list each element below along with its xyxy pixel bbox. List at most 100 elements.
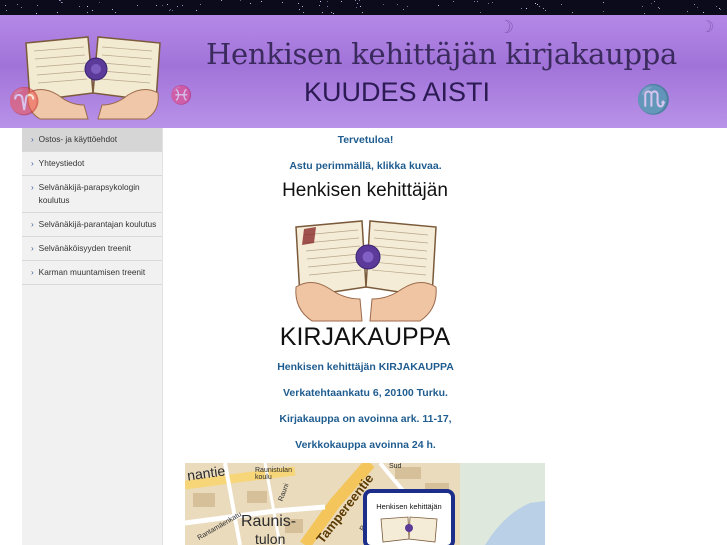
sidebar-item-karman-treenit[interactable]: › Karman muuntamisen treenit bbox=[22, 261, 162, 285]
star-dot bbox=[357, 3, 358, 4]
star-dot bbox=[87, 12, 88, 13]
map-badge-text: Henkisen kehittäjän bbox=[376, 502, 442, 511]
star-dot bbox=[62, 2, 63, 3]
sidebar-item-yhteystiedot[interactable]: › Yhteystiedot bbox=[22, 152, 162, 176]
star-dot bbox=[644, 13, 645, 14]
star-dot bbox=[112, 9, 113, 10]
star-dot bbox=[115, 12, 116, 13]
star-dot bbox=[196, 10, 197, 11]
star-dot bbox=[169, 10, 170, 11]
address-text: Verkatehtaankatu 6, 20100 Turku. bbox=[283, 387, 448, 399]
star-dot bbox=[240, 0, 241, 1]
star-dot bbox=[642, 6, 643, 7]
shop-logo-link[interactable]: Henkisen kehittäjän KIRJAKAUPPA bbox=[265, 180, 465, 356]
star-dot bbox=[543, 8, 544, 9]
site-subtitle: KUUDES AISTI bbox=[304, 77, 491, 107]
star-dot bbox=[177, 6, 178, 7]
star-dot bbox=[162, 5, 163, 6]
star-dot bbox=[327, 1, 328, 2]
welcome-heading: Tervetuloa! bbox=[337, 134, 394, 146]
sidebar-item-ostos-kayttoehdot[interactable]: › Ostos- ja käyttöehdot bbox=[22, 128, 162, 152]
star-dot bbox=[603, 2, 604, 3]
sidebar-item-label: Yhteystiedot bbox=[38, 158, 85, 168]
star-dot bbox=[659, 8, 660, 9]
star-dot bbox=[694, 4, 695, 5]
sidebar-item-label: Ostos- ja käyttöehdot bbox=[38, 134, 118, 144]
location-map[interactable]: nantie Raunistulan koulu Rauni Raunis- t… bbox=[185, 463, 545, 545]
star-dot bbox=[539, 6, 540, 7]
star-dot bbox=[477, 1, 478, 2]
sidebar-item-selvanakoisyyden-treenit[interactable]: › Selvänäköisyyden treenit bbox=[22, 237, 162, 261]
instruction-text: Astu perimmällä, klikka kuvaa. bbox=[289, 160, 442, 172]
chevron-right-icon: › bbox=[31, 183, 34, 192]
star-dot bbox=[92, 10, 93, 11]
star-dot bbox=[60, 0, 61, 1]
star-dot bbox=[397, 4, 398, 5]
star-dot bbox=[137, 5, 138, 6]
map-location-badge[interactable]: Henkisen kehittäjän bbox=[363, 489, 455, 545]
book-hands-image bbox=[295, 220, 437, 322]
moon-glyph: ☽ bbox=[700, 17, 715, 36]
star-dot bbox=[167, 4, 168, 5]
star-dot bbox=[453, 1, 454, 2]
star-dot bbox=[488, 3, 489, 4]
star-dot bbox=[322, 12, 323, 13]
book-logo-image[interactable] bbox=[18, 23, 168, 121]
top-starfield-strip bbox=[0, 0, 727, 15]
sidebar-item-parantajan-koulutus[interactable]: › Selvänäkijä-parantajan koulutus bbox=[22, 213, 162, 237]
star-dot bbox=[319, 5, 320, 6]
star-dot bbox=[697, 7, 698, 8]
site-header-banner[interactable]: ♈ ♏ ♓ ☽ ☽ Henkisen kehittäjän kirjakaupp… bbox=[0, 15, 727, 128]
star-dot bbox=[603, 11, 604, 12]
star-dot bbox=[79, 6, 80, 7]
star-dot bbox=[341, 1, 342, 2]
sidebar-nav: › Ostos- ja käyttöehdot › Yhteystiedot ›… bbox=[22, 128, 163, 545]
chevron-right-icon: › bbox=[31, 135, 34, 144]
star-dot bbox=[221, 0, 222, 1]
star-dot bbox=[362, 12, 363, 13]
star-dot bbox=[99, 2, 100, 3]
star-dot bbox=[36, 13, 37, 14]
star-dot bbox=[320, 1, 321, 2]
star-dot bbox=[537, 4, 538, 5]
star-dot bbox=[298, 3, 299, 4]
star-dot bbox=[545, 10, 546, 11]
star-dot bbox=[333, 13, 334, 14]
sidebar-item-label: Selvänäkijä-parantajan koulutus bbox=[38, 219, 157, 229]
star-dot bbox=[474, 1, 475, 2]
sidebar-item-parapsykologin-koulutus[interactable]: › Selvänäkijä-parapsykologin koulutus bbox=[22, 176, 162, 213]
sidebar-item-label: Selvänäköisyyden treenit bbox=[38, 243, 131, 253]
star-dot bbox=[5, 5, 6, 6]
map-label: Raunistulan koulu bbox=[255, 467, 292, 481]
left-margin bbox=[0, 128, 22, 545]
star-dot bbox=[261, 1, 262, 2]
star-dot bbox=[521, 8, 522, 9]
star-dot bbox=[182, 5, 183, 6]
star-dot bbox=[355, 0, 356, 1]
map-label: Sud bbox=[389, 463, 402, 470]
star-dot bbox=[172, 10, 173, 11]
map-label: tulon bbox=[255, 531, 286, 545]
aries-glyph: ♈ bbox=[8, 87, 41, 117]
star-dot bbox=[303, 12, 304, 13]
star-dot bbox=[6, 10, 7, 11]
logo-top-text: Henkisen kehittäjän bbox=[282, 180, 448, 201]
star-dot bbox=[331, 12, 332, 13]
scorpio-glyph: ♏ bbox=[636, 83, 671, 116]
site-title: Henkisen kehittäjän kirjakauppa bbox=[206, 37, 678, 71]
star-dot bbox=[407, 6, 408, 7]
star-dot bbox=[299, 9, 300, 10]
chevron-right-icon: › bbox=[31, 220, 34, 229]
star-dot bbox=[716, 6, 717, 7]
star-dot bbox=[57, 12, 58, 13]
star-dot bbox=[17, 4, 18, 5]
store-hours-text: Kirjakauppa on avoinna ark. 11-17, bbox=[279, 413, 452, 425]
star-dot bbox=[327, 6, 328, 7]
star-dot bbox=[535, 3, 536, 4]
sidebar-item-label: Selvänäkijä-parapsykologin koulutus bbox=[38, 182, 140, 205]
page-body: › Ostos- ja käyttöehdot › Yhteystiedot ›… bbox=[0, 128, 727, 545]
book-icon bbox=[380, 516, 438, 543]
star-dot bbox=[302, 6, 303, 7]
star-dot bbox=[21, 7, 22, 8]
star-dot bbox=[37, 5, 38, 6]
